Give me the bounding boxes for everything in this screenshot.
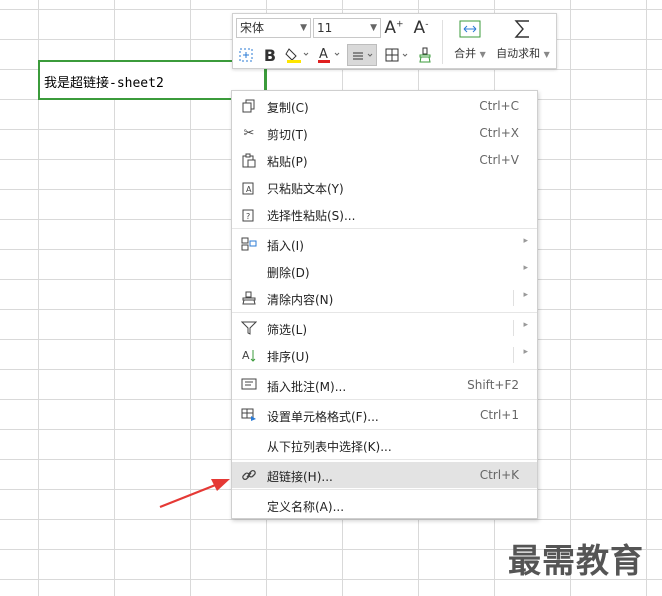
watermark: 最需教育: [508, 541, 644, 580]
annotation-arrow-icon: [159, 479, 230, 509]
